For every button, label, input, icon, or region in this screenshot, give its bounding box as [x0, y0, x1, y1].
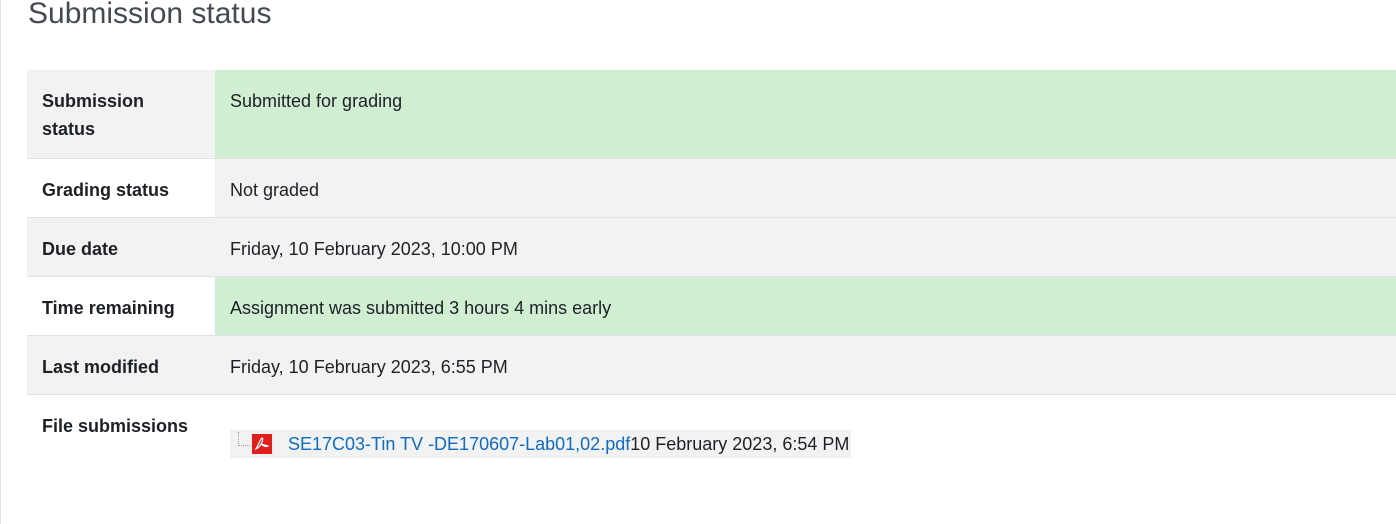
table-row-time-remaining: Time remaining Assignment was submitted … — [27, 276, 1396, 335]
last-modified-value: Friday, 10 February 2023, 6:55 PM — [215, 335, 1396, 394]
file-upload-date: 10 February 2023, 6:54 PM — [630, 433, 850, 454]
row-label: Grading status — [27, 158, 215, 217]
submission-status-table: Submission status Submitted for grading … — [27, 70, 1396, 504]
table-row-last-modified: Last modified Friday, 10 February 2023, … — [27, 335, 1396, 394]
row-label: Time remaining — [27, 276, 215, 335]
table-row-file-submissions: File submissions SE17C03-Tin TV -DE17060… — [27, 394, 1396, 504]
row-label: Last modified — [27, 335, 215, 394]
file-entry: SE17C03-Tin TV -DE170607-Lab01,02.pdf 10… — [230, 429, 852, 458]
table-row-submission-status: Submission status Submitted for grading — [27, 70, 1396, 158]
time-remaining-value: Assignment was submitted 3 hours 4 mins … — [215, 276, 1396, 335]
table-row-due-date: Due date Friday, 10 February 2023, 10:00… — [27, 217, 1396, 276]
due-date-value: Friday, 10 February 2023, 10:00 PM — [215, 217, 1396, 276]
page-title: Submission status — [28, 0, 272, 30]
tree-connector — [238, 431, 250, 446]
row-label: File submissions — [27, 394, 215, 504]
grading-status-value: Not graded — [215, 158, 1396, 217]
row-label: Due date — [27, 217, 215, 276]
file-download-link[interactable]: SE17C03-Tin TV -DE170607-Lab01,02.pdf — [288, 430, 630, 458]
file-submissions-cell: SE17C03-Tin TV -DE170607-Lab01,02.pdf 10… — [215, 394, 1396, 504]
submission-status-value: Submitted for grading — [215, 70, 1396, 158]
page-frame: Submission status Submission status Subm… — [0, 0, 1396, 524]
table-row-grading-status: Grading status Not graded — [27, 158, 1396, 217]
pdf-icon — [252, 433, 272, 454]
row-label: Submission status — [27, 70, 215, 158]
